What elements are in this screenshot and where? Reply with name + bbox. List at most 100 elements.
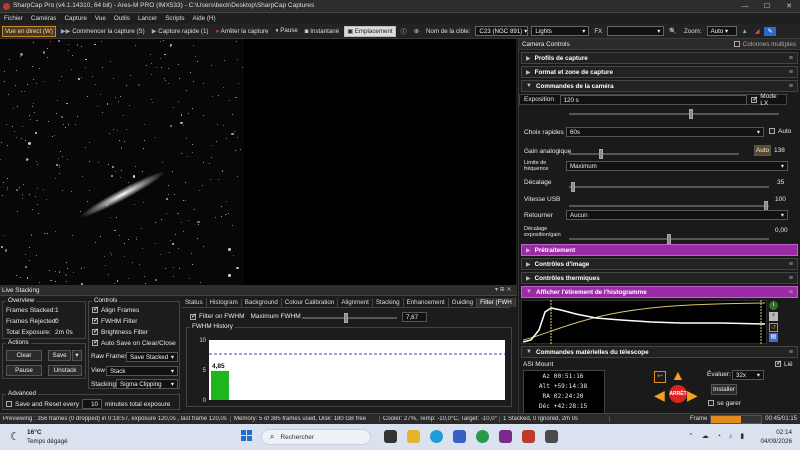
snapshot-button[interactable]: ◙ Instantané — [303, 27, 341, 36]
freq-select[interactable]: Maximum ▾ — [566, 161, 788, 171]
section-histogram[interactable]: ▼ Afficher l'étirement de l'histogramme ≡ — [521, 286, 798, 298]
usb-value[interactable]: 100 — [775, 196, 786, 203]
north-arrow-icon[interactable]: ▲ — [671, 367, 685, 383]
chrome-icon[interactable] — [476, 430, 489, 443]
menu-icon[interactable]: ≡ — [789, 55, 793, 62]
menu-cameras[interactable]: Caméras — [31, 15, 57, 22]
edge-icon[interactable] — [430, 430, 443, 443]
stop-mount-button[interactable]: ARRÊT — [669, 385, 687, 403]
multi-columns-checkbox[interactable] — [733, 40, 740, 47]
exp-gain-offset-value[interactable]: 0,00 — [775, 227, 788, 234]
search-box[interactable]: ⌕ Rechercher — [261, 429, 371, 445]
rate-select[interactable]: 32x ▾ — [732, 370, 764, 380]
fwhm-filter-row[interactable]: FWHM Filter — [92, 316, 137, 325]
gain-auto-button[interactable]: Auto — [754, 145, 771, 156]
tab-histogram[interactable]: Histogram — [207, 298, 242, 307]
offset-value[interactable]: 35 — [777, 179, 784, 186]
clock-date[interactable]: 04/09/2026 — [748, 438, 792, 445]
store-icon[interactable] — [453, 430, 466, 443]
placement-button[interactable]: ▣ Emplacement — [344, 25, 396, 37]
quick-choice-select[interactable]: 60s ▾ — [566, 127, 764, 137]
tab-guiding[interactable]: Guiding — [449, 298, 478, 307]
menu-capture[interactable]: Capture — [64, 15, 86, 22]
exposure-slider[interactable] — [569, 109, 779, 119]
stop-capture-button[interactable]: ● Arrêter la capture — [213, 27, 270, 36]
task-view-icon[interactable] — [384, 430, 397, 443]
mount-linked-checkbox[interactable] — [775, 359, 782, 368]
raw-frames-select[interactable]: Save Stacked ▾ — [126, 352, 178, 362]
menu-file[interactable]: Fichier — [4, 15, 23, 22]
histogram-auto-icon[interactable]: ⚡ — [769, 312, 778, 321]
clear-button[interactable]: Clear — [6, 350, 42, 361]
menu-icon[interactable]: ≡ — [789, 349, 793, 356]
clock-time[interactable]: 02:14 — [756, 429, 792, 436]
multi-columns-toggle[interactable]: Colonnes multiples — [733, 40, 796, 48]
tab-colour-calibration[interactable]: Colour Calibration — [282, 298, 339, 307]
histogram-toggle-icon[interactable]: ▲ — [740, 27, 750, 36]
menu-icon[interactable]: ≡ — [789, 289, 793, 296]
exposure-input[interactable]: 120 s — [559, 94, 748, 105]
save-reset-checkbox[interactable] — [6, 401, 12, 407]
autosave-checkbox[interactable] — [92, 338, 99, 347]
frame-type-select[interactable]: Lights ▾ — [531, 26, 590, 36]
flip-select[interactable]: Aucun ▾ — [566, 210, 788, 220]
menu-scripts[interactable]: Scripts — [165, 15, 184, 22]
east-arrow-icon[interactable]: ◀ — [654, 387, 665, 404]
west-arrow-icon[interactable]: ▶ — [687, 387, 698, 404]
autosave-row[interactable]: Auto Save on Clear/Close — [92, 338, 176, 347]
menu-icon[interactable]: ≡ — [789, 69, 793, 76]
tab-background[interactable]: Background — [242, 298, 282, 307]
section-profiles[interactable]: ▶ Profils de capture ≡ — [521, 52, 798, 64]
menu-icon[interactable]: ≡ — [789, 275, 793, 282]
menu-tools[interactable]: Outils — [114, 15, 130, 22]
file-explorer-icon[interactable] — [407, 430, 420, 443]
menu-icon[interactable]: ≡ — [789, 83, 793, 90]
exp-gain-offset-knob[interactable] — [667, 234, 671, 244]
weather-desc[interactable]: Temps dégagé — [27, 438, 68, 445]
install-button[interactable]: Installer — [711, 384, 737, 395]
weather-temp[interactable]: 16°C — [27, 429, 42, 436]
sharpcap-taskbar-icon[interactable] — [522, 430, 535, 443]
minutes-input[interactable]: 10 — [81, 399, 102, 409]
mount-linked-toggle[interactable]: Lié — [775, 359, 793, 368]
filter-on-checkbox[interactable] — [190, 312, 197, 320]
section-processing[interactable]: ▶ Prétraitement — [521, 244, 798, 256]
usb-slider[interactable] — [569, 201, 769, 211]
save-dropdown-icon[interactable]: ▾ — [72, 350, 82, 361]
app-icon-1[interactable] — [499, 430, 512, 443]
histogram-info-icon[interactable]: i — [769, 301, 778, 310]
stacking-select[interactable]: Sigma Clipping ▾ — [116, 379, 178, 389]
target-select[interactable]: C23 (NGC 891) ▾ — [475, 26, 529, 36]
image-viewport[interactable] — [0, 39, 516, 285]
save-button[interactable]: Save — [48, 350, 71, 361]
tab-enhancement[interactable]: Enhancement — [404, 298, 449, 307]
exposure-knob[interactable] — [689, 109, 693, 119]
menu-view[interactable]: Vue — [95, 15, 106, 22]
auto-exposure-toggle[interactable]: Auto — [769, 128, 791, 135]
align-checkbox[interactable] — [92, 305, 99, 314]
park-checkbox[interactable] — [708, 400, 714, 407]
tray-icons[interactable]: ⌃ ☁ ◔ ♪ ▮ — [688, 432, 747, 440]
histogram-save-icon[interactable]: ▤ — [769, 333, 778, 342]
zoom-select[interactable]: Auto ▾ — [706, 26, 737, 36]
section-camera[interactable]: ▼ Commandes de la caméra ≡ — [521, 80, 798, 92]
park-toggle[interactable]: se garer — [708, 400, 741, 407]
section-format[interactable]: ▶ Format et zone de capture ≡ — [521, 66, 798, 78]
offset-knob[interactable] — [571, 182, 575, 192]
pin-icon[interactable]: ✎ — [764, 26, 776, 36]
brightness-checkbox[interactable] — [92, 327, 99, 336]
mode-lx-checkbox[interactable] — [751, 95, 758, 103]
histogram-reset-icon[interactable]: ↺ — [769, 323, 778, 332]
section-thermal[interactable]: ▶ Contrôles thermiques ≡ — [521, 272, 798, 284]
pause-stack-button[interactable]: Pause — [6, 365, 42, 376]
menu-help[interactable]: Aide (H) — [192, 15, 215, 22]
quick-capture-button[interactable]: ▶ Capture rapide (1) — [150, 27, 211, 36]
weather-icon[interactable]: ☾ — [10, 430, 20, 443]
minimize-button[interactable]: — — [734, 0, 756, 13]
max-fwhm-knob[interactable] — [344, 313, 348, 323]
app-icon-2[interactable] — [545, 430, 558, 443]
brightness-filter-row[interactable]: Brightness Filter — [92, 327, 148, 336]
reticle-icon[interactable]: ◢ — [753, 27, 762, 36]
close-button[interactable]: ✕ — [778, 0, 800, 13]
histogram-plot[interactable] — [521, 300, 767, 344]
